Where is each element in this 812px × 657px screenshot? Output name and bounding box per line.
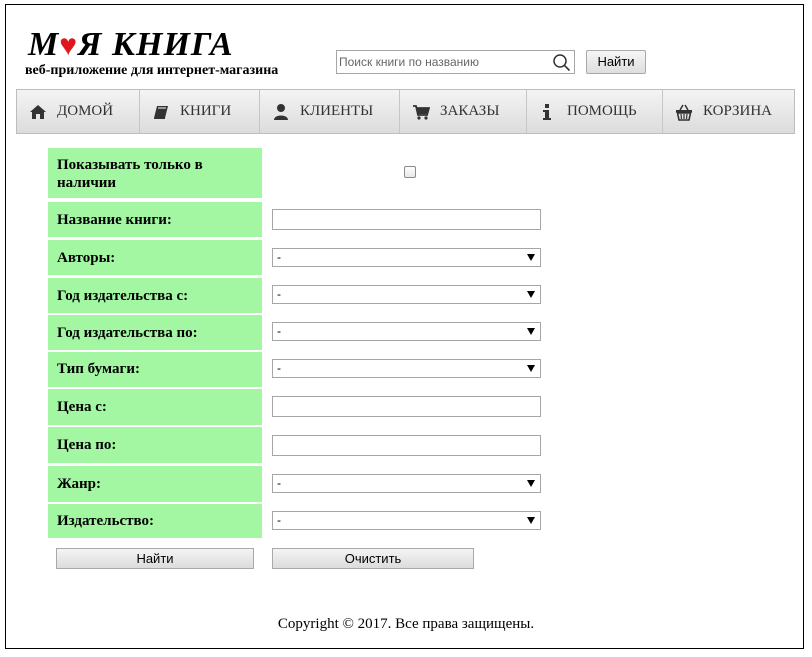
search-button[interactable]: Найти <box>586 50 646 74</box>
select-value: - <box>277 287 281 301</box>
in-stock-label: Показывать только в наличии <box>57 157 203 191</box>
filter-row-genre: Жанр: <box>48 466 262 502</box>
dropdown-arrow-icon <box>527 365 535 372</box>
nav-item-orders[interactable]: ЗАКАЗЫ <box>400 90 527 133</box>
authors-select[interactable]: - <box>272 248 541 267</box>
filter-row-authors: Авторы: <box>48 240 262 275</box>
main-nav: ДОМОЙ КНИГИ КЛИЕНТЫ ЗАКАЗЫ ПОМОЩЬ КОРЗИН… <box>16 89 795 134</box>
filter-row-price-to: Цена по: <box>48 427 262 463</box>
select-value: - <box>277 513 281 527</box>
genre-select[interactable]: - <box>272 474 541 493</box>
filter-row-in-stock: Показывать только в наличии <box>48 148 262 198</box>
select-value: - <box>277 361 281 375</box>
year-from-label: Год издательства с: <box>57 288 189 304</box>
dropdown-arrow-icon <box>527 291 535 298</box>
footer-copyright: Copyright © 2017. Все права защищены. <box>277 616 535 632</box>
nav-item-help[interactable]: ПОМОЩЬ <box>527 90 663 133</box>
dropdown-arrow-icon <box>527 254 535 261</box>
clear-button[interactable]: Очистить <box>272 548 474 569</box>
nav-item-home[interactable]: ДОМОЙ <box>17 90 140 133</box>
nav-label: ЗАКАЗЫ <box>440 103 500 119</box>
search-icon[interactable] <box>552 53 571 72</box>
cart-icon <box>412 103 430 121</box>
publisher-select[interactable]: - <box>272 511 541 530</box>
filter-row-price-from: Цена с: <box>48 389 262 425</box>
filter-row-year-from: Год издательства с: <box>48 278 262 313</box>
heart-icon: ♥ <box>59 29 79 62</box>
in-stock-checkbox[interactable] <box>404 166 416 178</box>
year-to-select[interactable]: - <box>272 322 541 341</box>
dropdown-arrow-icon <box>527 480 535 487</box>
dropdown-arrow-icon <box>527 517 535 524</box>
filter-row-publisher: Издательство: <box>48 504 262 538</box>
home-icon <box>29 103 47 121</box>
filter-row-paper: Тип бумаги: <box>48 352 262 387</box>
nav-label: КОРЗИНА <box>703 103 773 119</box>
search-box <box>336 50 575 74</box>
nav-item-clients[interactable]: КЛИЕНТЫ <box>260 90 400 133</box>
info-icon <box>539 103 557 121</box>
publisher-label: Издательство: <box>57 513 155 529</box>
genre-label: Жанр: <box>57 476 101 492</box>
price-to-label: Цена по: <box>57 437 117 453</box>
user-icon <box>272 103 290 121</box>
nav-label: ПОМОЩЬ <box>567 103 637 119</box>
basket-icon <box>675 103 693 121</box>
nav-label: КНИГИ <box>180 103 232 119</box>
select-value: - <box>277 250 281 264</box>
search-input[interactable] <box>339 53 544 71</box>
site-logo[interactable]: М♥Я КНИГА веб-приложение для интернет-ма… <box>24 26 324 81</box>
nav-label: КЛИЕНТЫ <box>300 103 374 119</box>
year-to-label: Год издательства по: <box>57 325 198 341</box>
authors-label: Авторы: <box>57 250 116 266</box>
price-to-input[interactable] <box>272 435 541 456</box>
paper-label: Тип бумаги: <box>57 361 140 377</box>
find-button[interactable]: Найти <box>56 548 254 569</box>
logo-subtitle: веб-приложение для интернет-магазина <box>25 63 279 78</box>
price-from-input[interactable] <box>272 396 541 417</box>
paper-type-select[interactable]: - <box>272 359 541 378</box>
logo-title: М♥Я КНИГА <box>28 26 234 63</box>
nav-item-books[interactable]: КНИГИ <box>140 90 260 133</box>
filter-row-title: Название книги: <box>48 202 262 237</box>
price-from-label: Цена с: <box>57 399 107 415</box>
title-label: Название книги: <box>57 212 172 228</box>
nav-label: ДОМОЙ <box>57 103 114 119</box>
select-value: - <box>277 324 281 338</box>
select-value: - <box>277 476 281 490</box>
book-icon <box>152 103 170 121</box>
year-from-select[interactable]: - <box>272 285 541 304</box>
dropdown-arrow-icon <box>527 328 535 335</box>
nav-item-basket[interactable]: КОРЗИНА <box>663 90 794 133</box>
filter-row-year-to: Год издательства по: <box>48 315 262 350</box>
book-title-input[interactable] <box>272 209 541 230</box>
